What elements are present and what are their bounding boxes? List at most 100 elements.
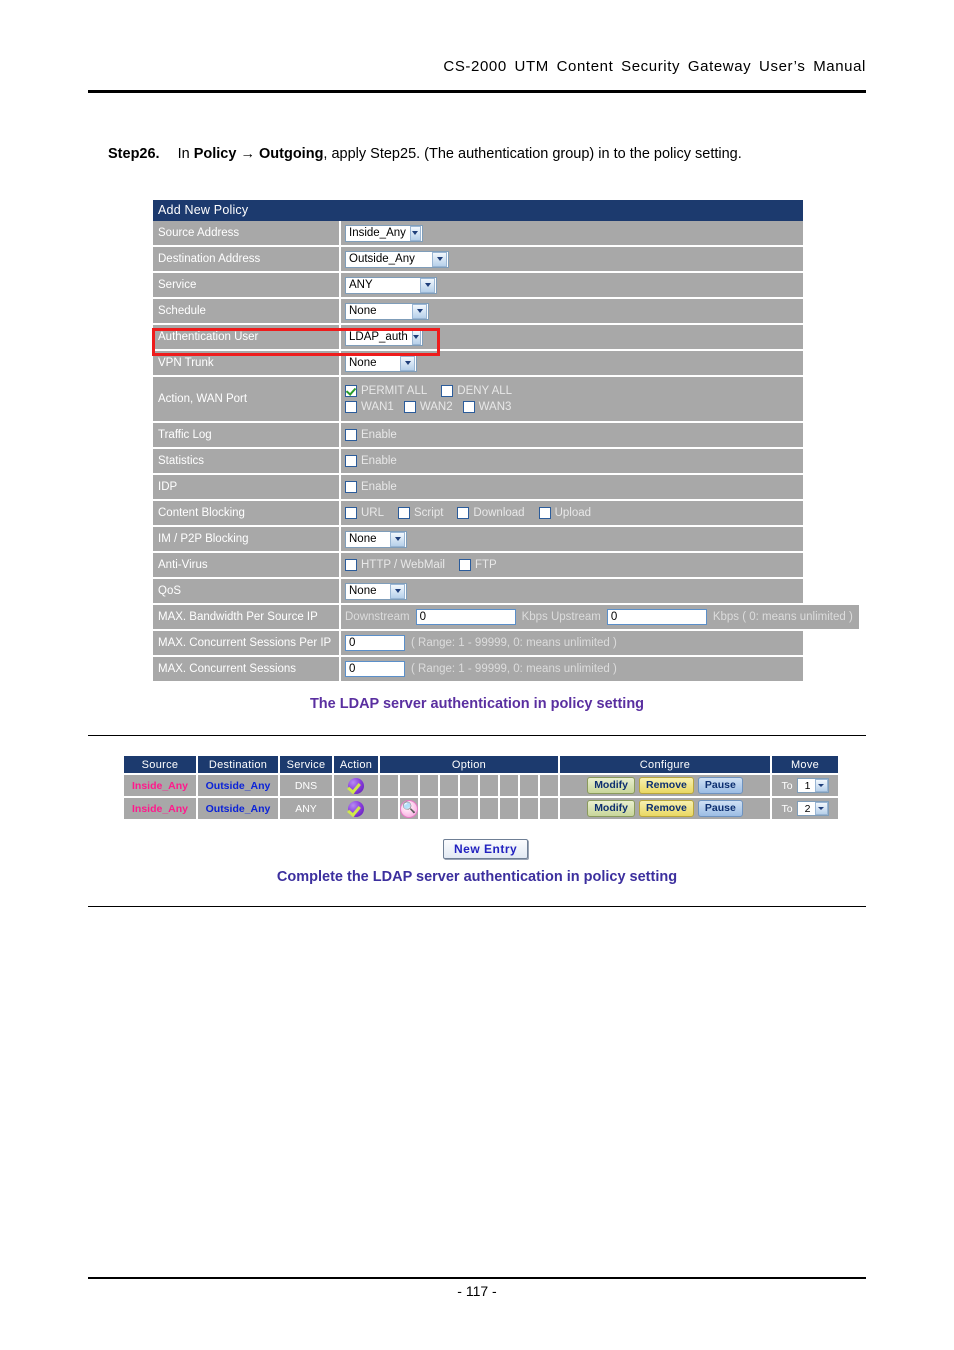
checkbox-idp-enable[interactable]: Enable <box>345 481 397 493</box>
document-header: CS-2000 UTM Content Security Gateway Use… <box>88 58 866 76</box>
schedule-select[interactable]: None <box>345 302 429 320</box>
checkbox-icon[interactable] <box>345 481 357 493</box>
checkbox-icon[interactable] <box>345 507 357 519</box>
step-text-2: , apply Step25. (The authentication grou… <box>323 146 742 162</box>
remove-button[interactable]: Remove <box>639 777 694 794</box>
chevron-down-icon[interactable] <box>390 531 405 547</box>
caption-complete-ldap-policy-setting: Complete the LDAP server authentication … <box>276 869 678 885</box>
column-header-destination: Destination <box>197 756 280 775</box>
checkbox-icon[interactable] <box>538 507 551 519</box>
checkbox-icon[interactable] <box>345 455 357 467</box>
move-to-label: To <box>781 802 793 815</box>
upstream-input[interactable]: 0 <box>606 609 707 625</box>
max-sessions-per-ip-input[interactable]: 0 <box>345 635 405 651</box>
label-max-bandwidth: MAX. Bandwidth Per Source IP <box>153 605 341 631</box>
chevron-down-icon[interactable] <box>814 779 828 792</box>
checkbox-wan2[interactable]: WAN2 <box>403 401 453 413</box>
cell-source[interactable]: Inside_Any <box>124 797 198 821</box>
checkbox-antivirus-http-webmail[interactable]: HTTP / WebMail <box>345 559 445 571</box>
form-title: Add New Policy <box>153 200 803 221</box>
qos-select[interactable]: None <box>345 582 407 600</box>
destination-address-select[interactable]: Outside_Any <box>345 250 449 268</box>
cell-source[interactable]: Inside_Any <box>124 774 198 798</box>
step-text-1: In <box>177 146 194 162</box>
checkbox-content-upload[interactable]: Upload <box>538 507 592 519</box>
source-address-select[interactable]: Inside_Any <box>345 224 423 242</box>
label-vpn-trunk: VPN Trunk <box>153 351 341 377</box>
form-row-im-p2p-blocking: IM / P2P Blocking None <box>153 527 803 553</box>
checkbox-icon[interactable] <box>345 429 357 441</box>
label-content-url: URL <box>361 507 385 519</box>
chevron-down-icon[interactable] <box>390 583 405 599</box>
schedule-value: None <box>349 305 377 317</box>
label-antivirus-ftp: FTP <box>474 559 497 571</box>
table-row: Inside_Any Outside_Any ANY ModifyRemoveP… <box>124 797 840 821</box>
chevron-down-icon[interactable] <box>432 251 447 267</box>
checkbox-icon[interactable] <box>462 401 475 413</box>
pause-button[interactable]: Pause <box>697 800 743 817</box>
checkbox-traffic-log-enable[interactable]: Enable <box>345 429 397 441</box>
move-position-value: 1 <box>804 779 811 792</box>
chevron-down-icon[interactable] <box>412 303 427 319</box>
destination-address-value: Outside_Any <box>349 253 415 265</box>
max-sessions-input[interactable]: 0 <box>345 661 405 677</box>
label-content-upload: Upload <box>554 507 592 519</box>
chevron-down-icon[interactable] <box>409 225 421 241</box>
chevron-down-icon[interactable] <box>814 802 828 815</box>
label-idp: IDP <box>153 475 341 501</box>
authentication-user-select[interactable]: LDAP_auth <box>345 328 423 346</box>
permit-ball-icon <box>348 800 364 817</box>
label-max-sessions-per-ip: MAX. Concurrent Sessions Per IP <box>153 631 341 657</box>
chevron-down-icon[interactable] <box>411 329 421 345</box>
checkbox-permit-all[interactable]: PERMIT ALL <box>345 385 427 397</box>
checkbox-content-script[interactable]: Script <box>398 507 443 519</box>
pause-button[interactable]: Pause <box>697 777 743 794</box>
form-row-idp: IDP Enable <box>153 475 803 501</box>
chevron-down-icon[interactable] <box>420 277 435 293</box>
service-select[interactable]: ANY <box>345 276 437 294</box>
column-header-service: Service <box>279 756 334 775</box>
checkbox-icon[interactable] <box>398 507 411 519</box>
cell-destination[interactable]: Outside_Any <box>197 774 280 798</box>
form-row-max-sessions: MAX. Concurrent Sessions 0 ( Range: 1 - … <box>153 657 803 683</box>
checkbox-deny-all[interactable]: DENY ALL <box>441 385 512 397</box>
checkbox-content-download[interactable]: Download <box>457 507 525 519</box>
step-arrow: → <box>240 146 255 162</box>
step-bold-outgoing: Outgoing <box>259 146 324 162</box>
table-row: Inside_Any Outside_Any DNS Modify Remove P… <box>124 774 840 798</box>
cell-destination[interactable]: Outside_Any <box>197 797 280 821</box>
checkbox-icon[interactable] <box>345 401 357 413</box>
form-row-anti-virus: Anti-Virus HTTP / WebMail FTP <box>153 553 803 579</box>
cell-option-2 <box>399 774 420 798</box>
im-p2p-blocking-select[interactable]: None <box>345 530 407 548</box>
cell-option-7 <box>499 797 520 821</box>
move-position-select[interactable]: 2 <box>796 801 829 816</box>
checkbox-wan1[interactable]: WAN1 <box>345 401 394 413</box>
downstream-input[interactable]: 0 <box>415 609 516 625</box>
form-row-vpn-trunk: VPN Trunk None <box>153 351 803 377</box>
checkbox-antivirus-ftp[interactable]: FTP <box>458 559 497 571</box>
checkbox-icon[interactable] <box>458 559 471 571</box>
modify-button[interactable]: Modify <box>587 777 636 794</box>
move-position-select[interactable]: 1 <box>796 778 829 793</box>
vpn-trunk-select[interactable]: None <box>345 354 417 372</box>
modify-button[interactable]: Modify <box>587 800 636 817</box>
checkbox-wan3[interactable]: WAN3 <box>462 401 511 413</box>
section-divider-bottom <box>88 906 866 907</box>
column-header-source: Source <box>124 756 198 775</box>
service-value: ANY <box>349 279 373 291</box>
new-entry-button[interactable]: New Entry <box>443 839 529 859</box>
cell-configure: Modify Remove Pause <box>559 774 772 798</box>
authentication-icon <box>400 799 418 818</box>
checkbox-icon[interactable] <box>457 507 470 519</box>
cell-option-3 <box>419 774 440 798</box>
checkbox-icon[interactable] <box>403 401 416 413</box>
checkbox-icon[interactable] <box>441 385 454 397</box>
label-deny-all: DENY ALL <box>457 385 513 397</box>
checkbox-icon[interactable] <box>345 559 357 571</box>
checkbox-content-url[interactable]: URL <box>345 507 384 519</box>
remove-button[interactable]: Remove <box>639 800 694 817</box>
checkbox-statistics-enable[interactable]: Enable <box>345 455 397 467</box>
checkbox-icon[interactable] <box>345 385 357 397</box>
chevron-down-icon[interactable] <box>400 355 415 371</box>
